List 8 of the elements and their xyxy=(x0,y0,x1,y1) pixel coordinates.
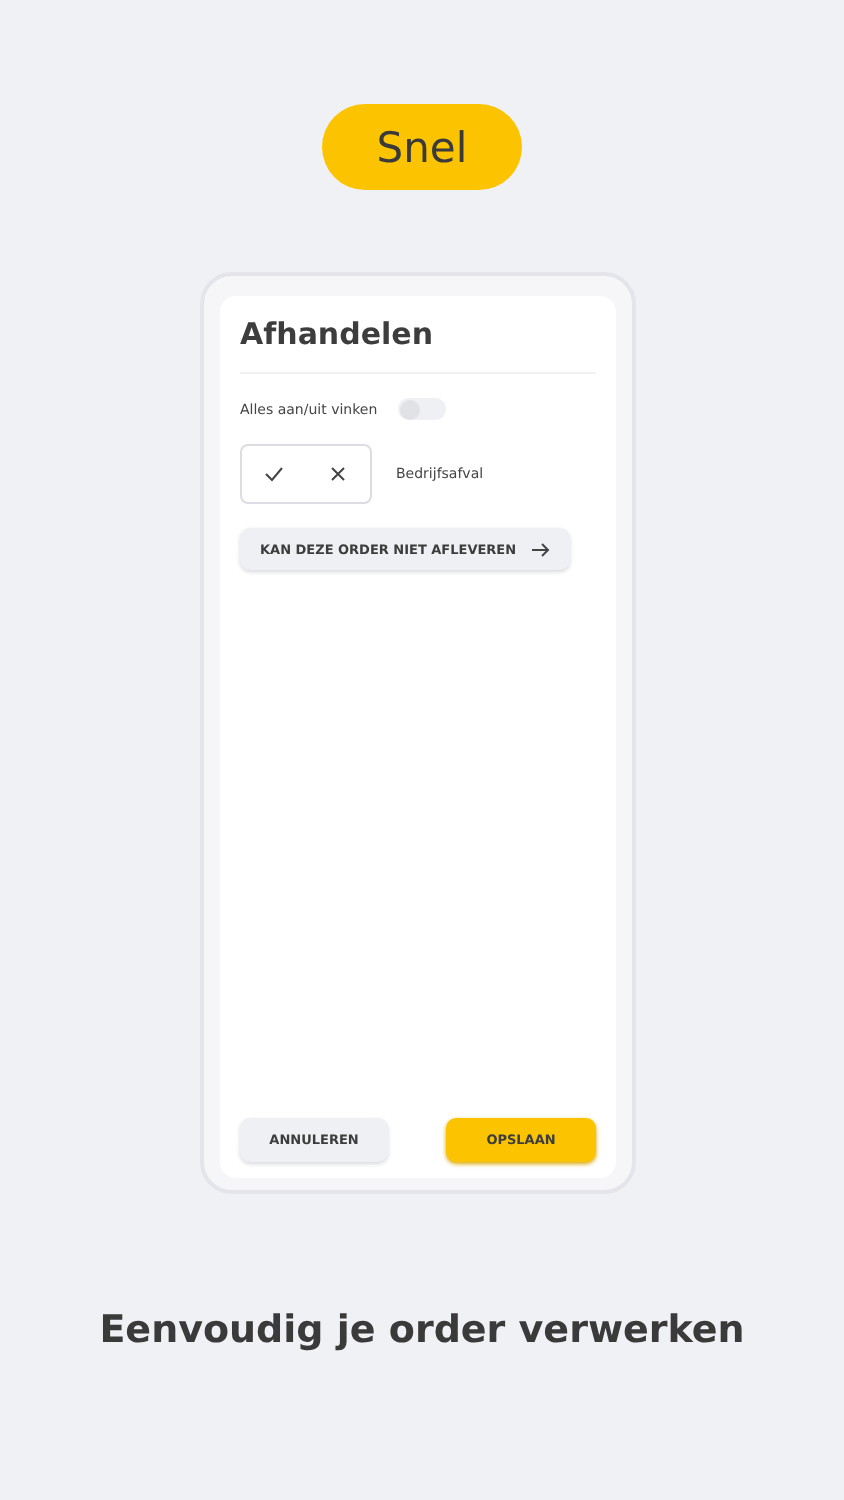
arrow-right-icon xyxy=(530,539,551,559)
check-choice[interactable] xyxy=(240,444,372,504)
check-icon[interactable] xyxy=(264,464,284,484)
badge: Snel xyxy=(322,104,522,190)
screen-title: Afhandelen xyxy=(240,316,596,374)
toggle-switch[interactable] xyxy=(397,398,446,420)
caption: Eenvoudig je order verwerken xyxy=(99,1308,745,1352)
close-icon[interactable] xyxy=(328,464,348,484)
